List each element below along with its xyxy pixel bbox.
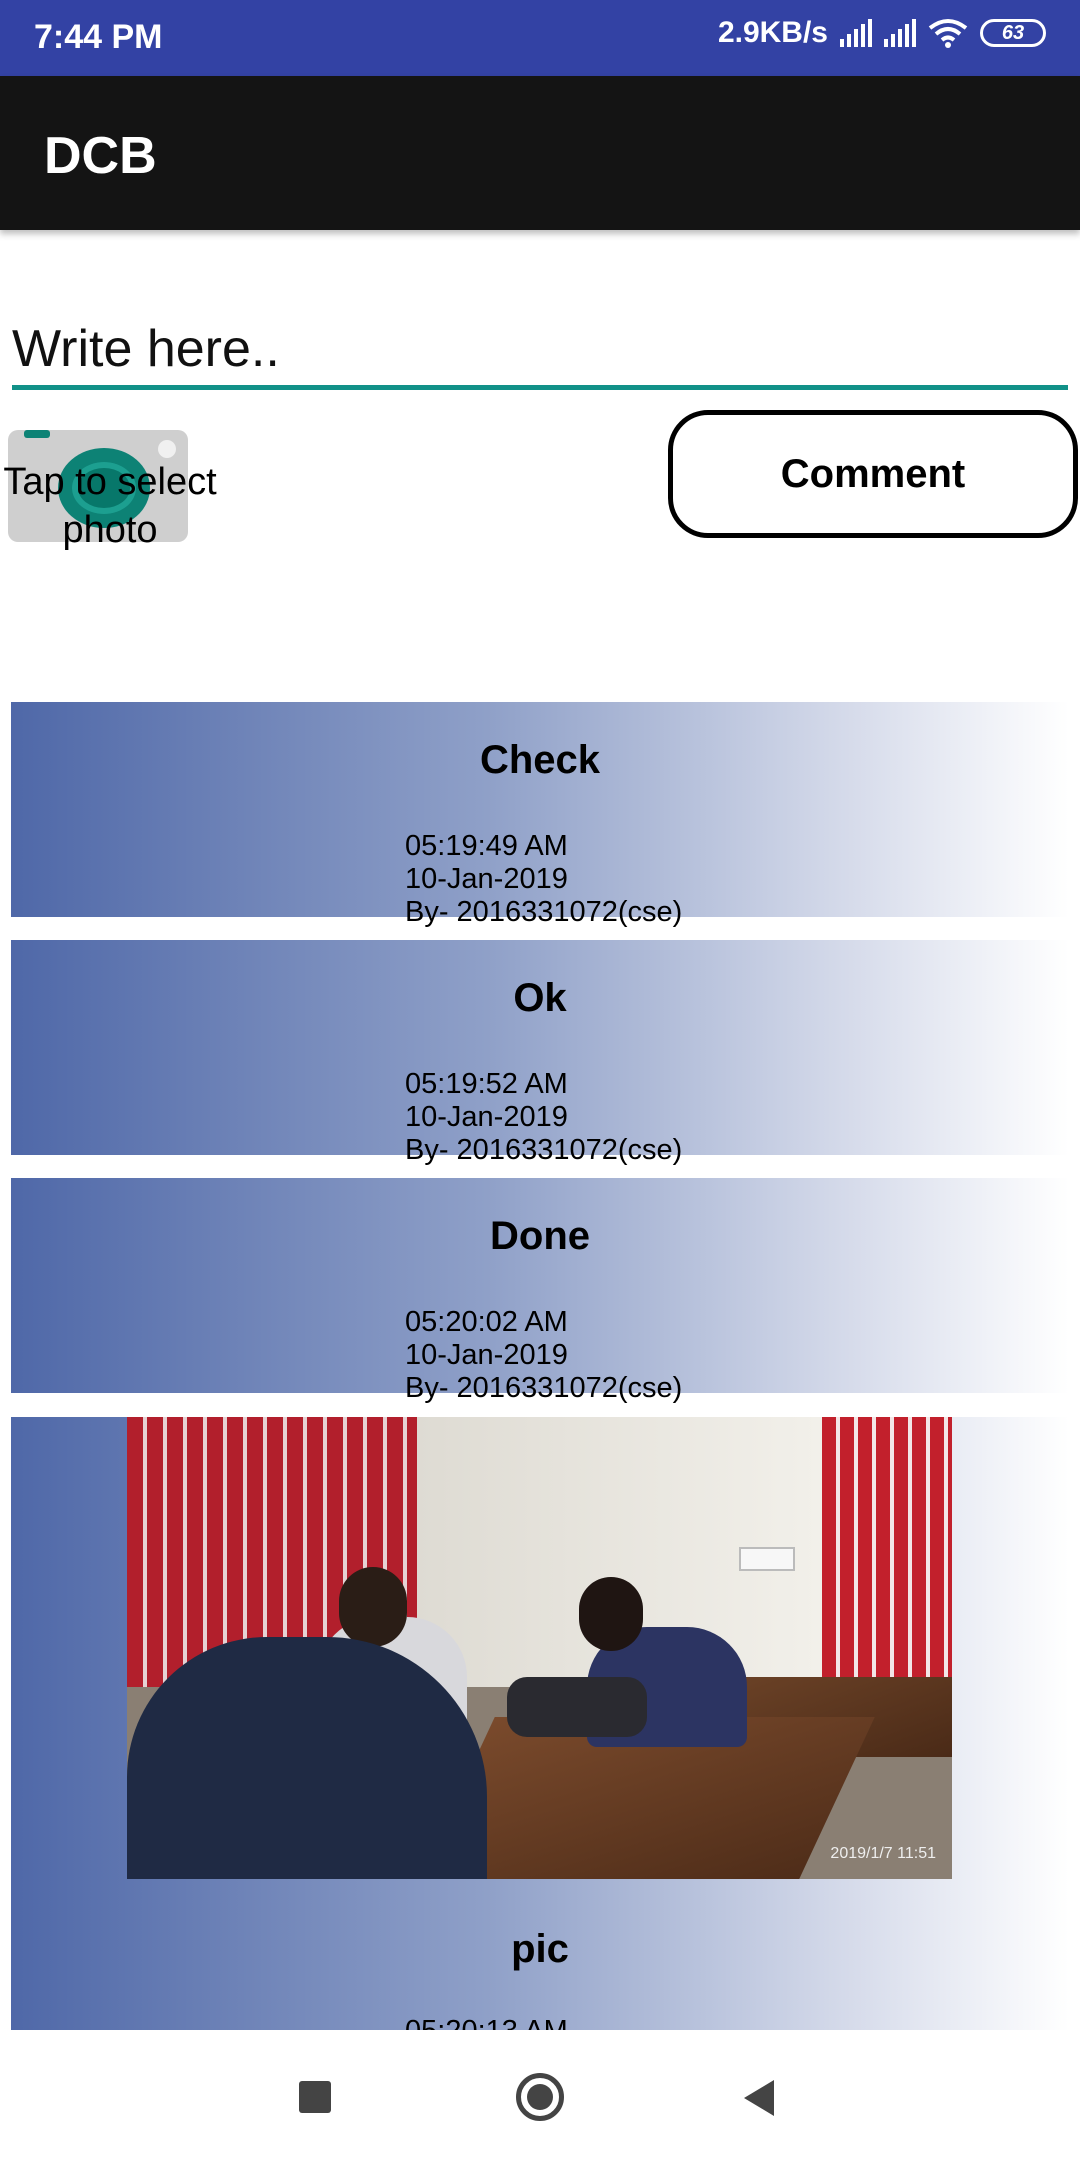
post-card[interactable]: Ok 05:19:52 AM 10-Jan-2019 By- 201633107… xyxy=(11,940,1069,1166)
post-time: 05:19:52 AM xyxy=(405,1068,568,1100)
signal-icon xyxy=(840,19,872,47)
photo-timestamp: 2019/1/7 11:51 xyxy=(830,1845,936,1862)
home-circle-icon[interactable] xyxy=(516,2073,564,2121)
wifi-icon xyxy=(928,19,968,48)
network-speed: 2.9KB/s xyxy=(717,16,828,49)
post-title: Done xyxy=(490,1214,590,1258)
post-title: Ok xyxy=(513,976,567,1020)
post-title: pic xyxy=(511,1927,569,1971)
photo-picker-label[interactable]: Tap to select photo xyxy=(0,458,220,554)
status-icons: 2.9KB/s 63 xyxy=(718,16,1046,50)
camera-icon-tab xyxy=(24,430,50,438)
post-card[interactable]: Check 05:19:49 AM 10-Jan-2019 By- 201633… xyxy=(11,702,1069,928)
battery-icon: 63 xyxy=(980,19,1046,47)
post-card[interactable]: Done 05:20:02 AM 10-Jan-2019 By- 2016331… xyxy=(11,1178,1069,1404)
post-photo[interactable]: 2019/1/7 11:51 xyxy=(127,1417,952,1879)
post-meta: 05:19:49 AM 10-Jan-2019 By- 2016331072(c… xyxy=(405,830,682,929)
status-time: 7:44 PM xyxy=(34,18,163,56)
post-date: 10-Jan-2019 xyxy=(405,1339,568,1371)
navigation-bar xyxy=(0,2030,1080,2160)
post-author: By- 2016331072(cse) xyxy=(405,896,683,928)
write-input[interactable] xyxy=(12,312,1068,390)
back-triangle-icon[interactable] xyxy=(744,2080,774,2116)
post-author: By- 2016331072(cse) xyxy=(405,1134,683,1166)
recents-square-icon[interactable] xyxy=(299,2081,331,2113)
post-time: 05:20:13 AM xyxy=(405,2015,568,2030)
status-bar: 7:44 PM 2.9KB/s 63 xyxy=(0,0,1080,76)
app-title: DCB xyxy=(44,127,157,185)
post-meta: 05:20:02 AM 10-Jan-2019 By- 2016331072(c… xyxy=(405,1306,682,1405)
post-meta: 05:20:13 AM xyxy=(405,2015,568,2030)
post-date: 10-Jan-2019 xyxy=(405,1101,568,1133)
post-time: 05:20:02 AM xyxy=(405,1306,568,1338)
comment-button[interactable]: Comment xyxy=(668,410,1078,538)
app-bar: DCB xyxy=(0,76,1080,230)
camera-flash-icon xyxy=(158,440,176,458)
post-feed[interactable]: Check 05:19:49 AM 10-Jan-2019 By- 201633… xyxy=(0,690,1080,2030)
post-author: By- 2016331072(cse) xyxy=(405,1372,683,1404)
post-card[interactable]: 2019/1/7 11:51 pic 05:20:13 AM xyxy=(11,1417,1069,2030)
signal-icon xyxy=(884,19,916,47)
post-date: 10-Jan-2019 xyxy=(405,863,568,895)
post-time: 05:19:49 AM xyxy=(405,830,568,862)
post-meta: 05:19:52 AM 10-Jan-2019 By- 2016331072(c… xyxy=(405,1068,682,1167)
post-title: Check xyxy=(479,738,601,782)
